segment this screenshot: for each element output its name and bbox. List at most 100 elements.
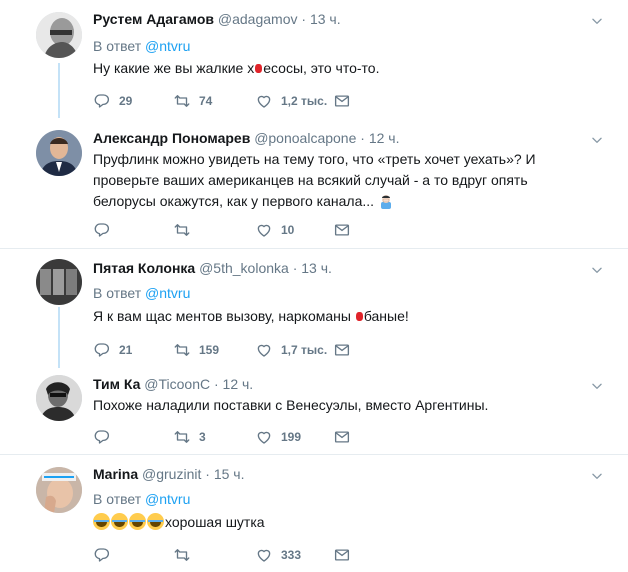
message-button[interactable] bbox=[333, 220, 351, 240]
like-icon bbox=[255, 221, 273, 239]
retweet-button[interactable] bbox=[173, 220, 199, 240]
message-button[interactable] bbox=[333, 545, 351, 565]
reply-context: В ответ @ntvru bbox=[93, 285, 191, 301]
reply-button[interactable] bbox=[93, 545, 119, 565]
reply-button[interactable] bbox=[93, 427, 119, 447]
reply-context: В ответ @ntvru bbox=[93, 38, 191, 54]
man-facepalming-emoji bbox=[380, 195, 391, 209]
reply-button[interactable]: 29 bbox=[93, 91, 132, 111]
retweet-button[interactable]: 159 bbox=[173, 340, 219, 360]
tweet[interactable]: Пятая Колонка @5th_kolonka · 13 ч. В отв… bbox=[0, 249, 628, 365]
retweet-button[interactable]: 3 bbox=[173, 427, 206, 447]
tweet-actions: 3 199 bbox=[93, 427, 393, 447]
tweet[interactable]: Тим Ка @TicoonC · 12 ч. Похоже наладили … bbox=[0, 365, 628, 454]
censor-mark bbox=[355, 312, 363, 321]
tears-of-joy-emoji bbox=[93, 513, 110, 530]
retweet-count: 74 bbox=[199, 94, 213, 108]
retweet-icon bbox=[173, 428, 191, 446]
retweet-icon bbox=[173, 341, 191, 359]
message-icon bbox=[333, 221, 351, 239]
tears-of-joy-emoji bbox=[111, 513, 128, 530]
message-icon bbox=[333, 428, 351, 446]
avatar[interactable] bbox=[36, 259, 82, 305]
timestamp[interactable]: 12 ч. bbox=[223, 376, 254, 392]
display-name[interactable]: Александр Пономарев bbox=[93, 130, 250, 146]
tweet-header: Marina @gruzinit · 15 ч. bbox=[93, 466, 245, 482]
timestamp[interactable]: 12 ч. bbox=[369, 130, 400, 146]
display-name[interactable]: Рустем Адагамов bbox=[93, 11, 214, 27]
thread-line bbox=[58, 307, 60, 368]
avatar[interactable] bbox=[36, 467, 82, 513]
timestamp[interactable]: 13 ч. bbox=[310, 11, 341, 27]
avatar[interactable] bbox=[36, 375, 82, 421]
caret-down-icon[interactable] bbox=[590, 133, 604, 147]
caret-down-icon[interactable] bbox=[590, 469, 604, 483]
display-name[interactable]: Пятая Колонка bbox=[93, 260, 195, 276]
message-button[interactable] bbox=[333, 340, 351, 360]
user-handle[interactable]: @TicoonC bbox=[144, 376, 210, 392]
tears-of-joy-emoji bbox=[129, 513, 146, 530]
reply-icon bbox=[93, 546, 111, 564]
display-name[interactable]: Тим Ка bbox=[93, 376, 140, 392]
message-icon bbox=[333, 92, 351, 110]
tweet-actions: 21 159 1,7 тыс. bbox=[93, 340, 393, 360]
retweet-button[interactable] bbox=[173, 545, 199, 565]
message-button[interactable] bbox=[333, 91, 351, 111]
reply-to-link[interactable]: @ntvru bbox=[145, 38, 190, 54]
caret-down-icon[interactable] bbox=[590, 379, 604, 393]
like-icon bbox=[255, 341, 273, 359]
tweet-header: Тим Ка @TicoonC · 12 ч. bbox=[93, 376, 254, 392]
caret-down-icon[interactable] bbox=[590, 14, 604, 28]
like-count: 1,2 тыс. bbox=[281, 94, 328, 108]
avatar[interactable] bbox=[36, 130, 82, 176]
reply-button[interactable]: 21 bbox=[93, 340, 132, 360]
like-button[interactable]: 1,7 тыс. bbox=[255, 340, 327, 360]
tweet[interactable]: Рустем Адагамов @adagamov · 13 ч. В отве… bbox=[0, 0, 628, 122]
reply-count: 29 bbox=[119, 94, 133, 108]
caret-down-icon[interactable] bbox=[590, 263, 604, 277]
tweet-text: Пруфлинк можно увидеть на тему того, что… bbox=[93, 151, 536, 209]
user-handle[interactable]: @gruzinit bbox=[142, 466, 201, 482]
retweet-button[interactable]: 74 bbox=[173, 91, 212, 111]
tweet-text: хорошая шутка bbox=[93, 512, 563, 533]
user-handle[interactable]: @adagamov bbox=[218, 11, 298, 27]
like-button[interactable]: 333 bbox=[255, 545, 301, 565]
tweet-text: Я к вам щас ментов вызову, наркоманы бан… bbox=[93, 308, 409, 324]
like-button[interactable]: 1,2 тыс. bbox=[255, 91, 327, 111]
retweet-count: 159 bbox=[199, 343, 220, 357]
timestamp[interactable]: 13 ч. bbox=[301, 260, 332, 276]
reply-icon bbox=[93, 221, 111, 239]
message-button[interactable] bbox=[333, 427, 351, 447]
timestamp[interactable]: 15 ч. bbox=[214, 466, 245, 482]
reply-button[interactable] bbox=[93, 220, 119, 240]
like-icon bbox=[255, 546, 273, 564]
reply-count: 21 bbox=[119, 343, 133, 357]
tweet-header: Пятая Колонка @5th_kolonka · 13 ч. bbox=[93, 260, 332, 276]
like-count: 1,7 тыс. bbox=[281, 343, 328, 357]
user-handle[interactable]: @5th_kolonka bbox=[199, 260, 289, 276]
like-count: 333 bbox=[281, 548, 302, 562]
tweet[interactable]: Александр Пономарев @ponoalcapone · 12 ч… bbox=[0, 122, 628, 248]
tweet-header: Александр Пономарев @ponoalcapone · 12 ч… bbox=[93, 130, 400, 146]
retweet-icon bbox=[173, 92, 191, 110]
reply-to-link[interactable]: @ntvru bbox=[145, 285, 190, 301]
like-icon bbox=[255, 428, 273, 446]
retweet-icon bbox=[173, 546, 191, 564]
like-icon bbox=[255, 92, 273, 110]
display-name[interactable]: Marina bbox=[93, 466, 138, 482]
message-icon bbox=[333, 341, 351, 359]
like-button[interactable]: 10 bbox=[255, 220, 294, 240]
reply-to-link[interactable]: @ntvru bbox=[145, 491, 190, 507]
retweet-icon bbox=[173, 221, 191, 239]
reply-icon bbox=[93, 341, 111, 359]
censor-mark bbox=[255, 64, 263, 73]
user-handle[interactable]: @ponoalcapone bbox=[254, 130, 356, 146]
tweet-actions: 10 bbox=[93, 220, 393, 240]
tears-of-joy-emoji bbox=[147, 513, 164, 530]
tweet-text: Ну какие же вы жалкие х есосы, это что-то… bbox=[93, 60, 380, 76]
retweet-count: 3 bbox=[199, 430, 206, 444]
tweet-actions: 333 bbox=[93, 545, 393, 565]
avatar[interactable] bbox=[36, 12, 82, 58]
tweet[interactable]: Marina @gruzinit · 15 ч. В ответ @ntvru … bbox=[0, 455, 628, 572]
like-button[interactable]: 199 bbox=[255, 427, 301, 447]
